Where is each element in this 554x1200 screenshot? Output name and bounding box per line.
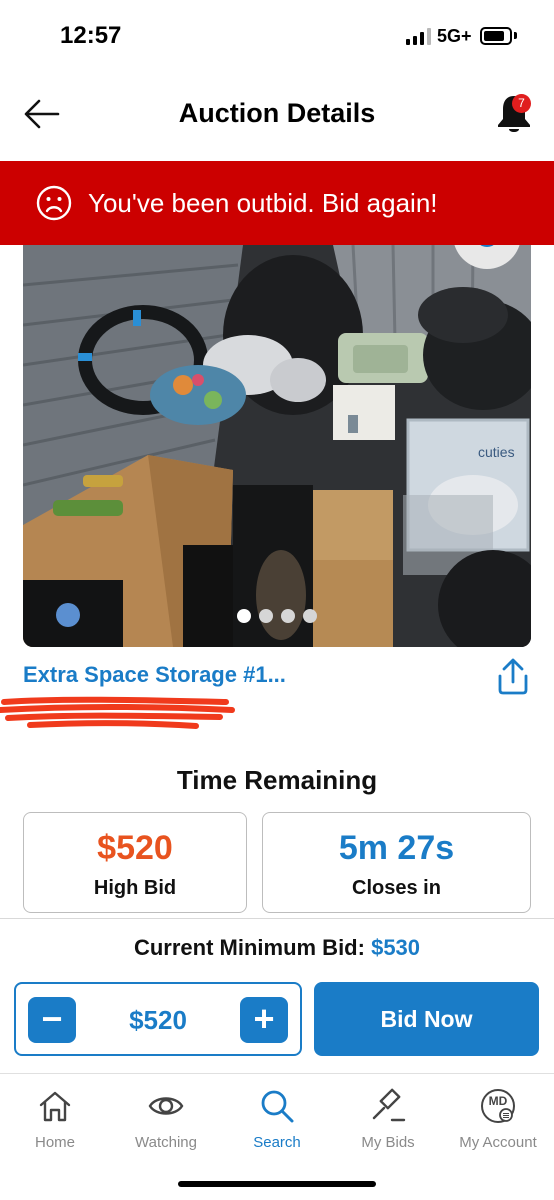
listing-photo[interactable]: cuties <box>23 245 531 647</box>
redaction-scribble <box>0 696 235 729</box>
increase-bid-button[interactable]: + <box>240 997 288 1043</box>
nav-label-home: Home <box>34 1134 75 1151</box>
nav-item-watching[interactable]: Watching <box>111 1074 221 1164</box>
svg-text:cuties: cuties <box>478 444 515 460</box>
battery-tip <box>514 32 517 39</box>
outbid-banner: You've been outbid. Bid again! <box>0 161 554 245</box>
eye-icon <box>148 1097 184 1115</box>
account-initials: MD <box>488 1094 508 1108</box>
signal-icon <box>406 28 432 45</box>
gallery-dot-3[interactable] <box>281 609 295 623</box>
share-icon <box>498 658 528 695</box>
high-bid-value: $520 <box>97 829 173 867</box>
high-bid-card: $520 High Bid <box>23 812 247 913</box>
nav-item-search[interactable]: Search <box>222 1074 332 1164</box>
storage-unit-image: cuties <box>23 245 531 647</box>
gallery-dot-2[interactable] <box>259 609 273 623</box>
nav-item-my-account[interactable]: MD My Account <box>443 1074 553 1164</box>
current-minimum-bid: Current Minimum Bid: $530 <box>0 935 554 961</box>
gallery-dot-4[interactable] <box>303 609 317 623</box>
min-bid-label: Current Minimum Bid: <box>133 935 365 960</box>
battery-icon <box>480 27 512 45</box>
listing-title[interactable]: Extra Space Storage #1... <box>23 662 286 688</box>
closes-in-card: 5m 27s Closes in <box>262 812 531 913</box>
nav-item-my-bids[interactable]: My Bids <box>333 1074 443 1164</box>
search-icon <box>261 1090 294 1123</box>
gavel-icon <box>372 1088 406 1122</box>
gallery-pagination[interactable] <box>23 609 531 628</box>
nav-label-watching: Watching <box>135 1134 197 1151</box>
decrease-bid-button[interactable]: − <box>28 997 76 1043</box>
bid-amount-stepper: − $520 + <box>14 982 302 1056</box>
bid-section-divider <box>0 918 554 919</box>
nav-label-search: Search <box>253 1134 301 1151</box>
nav-label-my-account: My Account <box>459 1134 537 1151</box>
nav-label-my-bids: My Bids <box>361 1134 415 1151</box>
outbid-message: You've been outbid. Bid again! <box>88 188 438 218</box>
time-remaining-heading: Time Remaining <box>176 765 378 795</box>
bottom-nav: Home Watching Search My Bids MD My Accou… <box>0 1074 554 1170</box>
sad-face-icon <box>36 185 72 221</box>
closes-in-label: Closes in <box>352 877 441 899</box>
network-label: 5G+ <box>437 26 472 46</box>
bid-now-button[interactable]: Bid Now <box>314 982 539 1056</box>
closes-in-value: 5m 27s <box>338 829 455 867</box>
home-indicator <box>178 1181 376 1187</box>
gallery-dot-1[interactable] <box>237 609 251 623</box>
share-button[interactable] <box>494 656 532 696</box>
nav-item-home[interactable]: Home <box>0 1074 110 1164</box>
header: Auction Details 7 <box>0 72 554 160</box>
home-icon <box>39 1091 71 1122</box>
status-bar: 12:57 5G+ <box>0 0 554 72</box>
min-bid-value: $530 <box>371 935 421 960</box>
bid-amount-value[interactable]: $520 <box>76 1005 240 1036</box>
page-title: Auction Details <box>178 98 376 128</box>
notification-count-badge: 7 <box>512 94 531 113</box>
status-time: 12:57 <box>60 22 122 49</box>
high-bid-label: High Bid <box>93 877 177 899</box>
